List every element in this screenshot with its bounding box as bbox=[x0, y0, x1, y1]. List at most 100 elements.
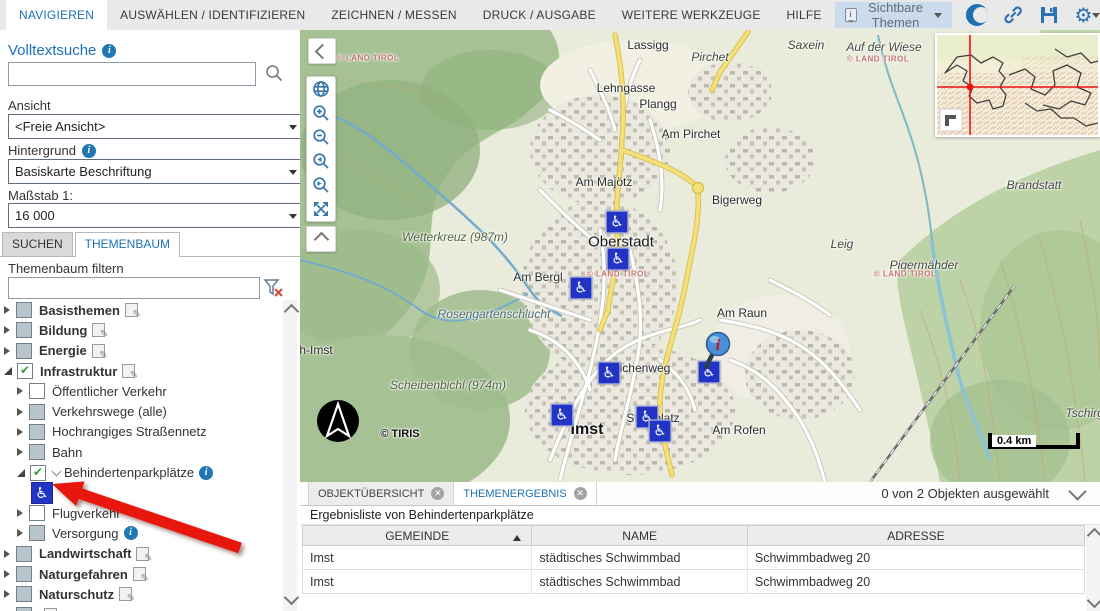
expand-arrow-icon[interactable] bbox=[17, 529, 23, 537]
tree-item-label[interactable]: Versorgung bbox=[52, 526, 119, 541]
tree-item-label[interactable]: Bahn bbox=[52, 445, 82, 460]
wheelchair-marker-icon[interactable]: ♿ bbox=[598, 362, 621, 385]
expand-arrow-icon[interactable] bbox=[4, 326, 10, 334]
tree-item-öffentlicher-verkehr[interactable]: Öffentlicher Verkehr bbox=[0, 381, 282, 401]
note-edit-icon[interactable] bbox=[122, 364, 135, 378]
zoom-in-icon[interactable] bbox=[307, 101, 335, 125]
link-icon[interactable] bbox=[1002, 4, 1024, 26]
gear-icon[interactable]: ⚙ bbox=[1074, 4, 1100, 26]
expand-arrow-icon[interactable] bbox=[4, 570, 10, 578]
menu-tab-navigieren[interactable]: NAVIGIEREN bbox=[6, 0, 107, 30]
info-icon[interactable]: i bbox=[102, 44, 116, 58]
info-icon[interactable]: i bbox=[199, 466, 213, 480]
note-edit-icon[interactable] bbox=[92, 323, 105, 337]
tree-item-bahn[interactable]: Bahn bbox=[0, 442, 282, 462]
note-edit-icon[interactable] bbox=[136, 547, 149, 561]
collapse-arrow-icon[interactable] bbox=[17, 469, 25, 477]
note-edit-icon[interactable] bbox=[92, 344, 105, 358]
checkbox-filled[interactable] bbox=[16, 302, 32, 318]
checkbox-filled[interactable] bbox=[16, 607, 32, 611]
search-icon[interactable] bbox=[264, 63, 284, 88]
map-viewport[interactable]: LassiggPirchetSaxeinAuf der Wiese© LAND … bbox=[300, 30, 1100, 482]
chevron-down-icon[interactable] bbox=[52, 466, 62, 476]
menu-tab-zeichnen-messen[interactable]: ZEICHNEN / MESSEN bbox=[318, 0, 469, 30]
column-header-gemeinde[interactable]: GEMEINDE bbox=[303, 526, 532, 545]
scroll-up-icon[interactable] bbox=[1087, 528, 1100, 544]
results-tab-themenergebnis[interactable]: THEMENERGEBNIS✕ bbox=[454, 482, 596, 505]
scroll-up-icon[interactable] bbox=[284, 304, 300, 320]
checkbox-filled[interactable] bbox=[29, 404, 45, 420]
checkbox-filled[interactable] bbox=[16, 586, 32, 602]
crescent-icon[interactable] bbox=[966, 4, 988, 26]
chevron-down-icon[interactable] bbox=[1068, 482, 1086, 500]
tree-item-label[interactable]: Infrastruktur bbox=[40, 364, 117, 379]
wheelchair-marker-icon[interactable]: ♿ bbox=[570, 277, 593, 300]
expand-arrow-icon[interactable] bbox=[17, 509, 23, 517]
collapse-arrow-icon[interactable] bbox=[4, 367, 12, 375]
tree-item-label[interactable]: Naturgefahren bbox=[39, 567, 128, 582]
visible-themes-button[interactable]: i Sichtbare Themen bbox=[835, 2, 953, 28]
note-edit-icon[interactable] bbox=[125, 303, 138, 317]
tree-item-basisthemen[interactable]: Basisthemen bbox=[0, 300, 282, 320]
zoom-out-icon[interactable] bbox=[307, 125, 335, 149]
table-row[interactable]: Imststädtisches SchwimmbadSchwimmbadweg … bbox=[302, 546, 1085, 570]
tree-item-energie[interactable]: Energie bbox=[0, 341, 282, 361]
tree-item-versorgung[interactable]: Versorgungi bbox=[0, 523, 282, 543]
scroll-down-icon[interactable] bbox=[284, 590, 300, 606]
info-icon[interactable]: i bbox=[82, 144, 96, 158]
tree-item-label[interactable]: Hochrangiges Straßennetz bbox=[52, 424, 207, 439]
expand-arrow-icon[interactable] bbox=[4, 347, 10, 355]
scroll-down-icon[interactable] bbox=[1087, 593, 1100, 609]
column-header-adresse[interactable]: ADRESSE bbox=[748, 526, 1084, 545]
checkbox-checked[interactable]: ✔ bbox=[30, 465, 46, 481]
expand-arrow-icon[interactable] bbox=[17, 408, 23, 416]
globe-icon[interactable] bbox=[307, 77, 335, 101]
checkbox-checked[interactable]: ✔ bbox=[17, 363, 33, 379]
note-edit-icon[interactable] bbox=[133, 567, 146, 581]
tree-item-label[interactable]: Behindertenparkplätze bbox=[64, 465, 194, 480]
tree-item-behindertenparkplätze[interactable]: ✔ Behindertenparkplätze i bbox=[0, 462, 282, 482]
close-icon[interactable]: ✕ bbox=[574, 487, 587, 500]
sidebar-tab-themenbaum[interactable]: THEMENBAUM bbox=[75, 232, 180, 257]
expand-arrow-icon[interactable] bbox=[17, 387, 23, 395]
toolbar-scroll-up-button[interactable] bbox=[306, 226, 336, 252]
tree-item-infrastruktur[interactable]: ✔ Infrastruktur bbox=[0, 361, 282, 381]
checkbox-filled[interactable] bbox=[16, 322, 32, 338]
themetree-filter-input[interactable] bbox=[8, 277, 260, 299]
tree-item[interactable]: ♿ bbox=[0, 483, 282, 503]
note-edit-icon[interactable] bbox=[44, 608, 57, 611]
tree-item-landwirtschaft[interactable]: Landwirtschaft bbox=[0, 544, 282, 564]
ansicht-select[interactable]: <Freie Ansicht> bbox=[8, 114, 304, 139]
menu-tab-weitere-werkzeuge[interactable]: WEITERE WERKZEUGE bbox=[609, 0, 774, 30]
tree-item-flugverkehr[interactable]: Flugverkehr bbox=[0, 503, 282, 523]
fulltext-search-input[interactable] bbox=[8, 62, 256, 86]
checkbox-filled[interactable] bbox=[16, 343, 32, 359]
wheelchair-marker-icon[interactable]: ♿ bbox=[649, 420, 672, 443]
tree-item-verkehrswege-alle-[interactable]: Verkehrswege (alle) bbox=[0, 401, 282, 421]
expand-arrow-icon[interactable] bbox=[4, 550, 10, 558]
checkbox-filled[interactable] bbox=[16, 566, 32, 582]
checkbox-empty[interactable] bbox=[29, 505, 45, 521]
overview-inset-map[interactable] bbox=[935, 33, 1100, 137]
expand-arrow-icon[interactable] bbox=[4, 590, 10, 598]
menu-tab-druck-ausgabe[interactable]: DRUCK / AUSGABE bbox=[470, 0, 609, 30]
checkbox-empty[interactable] bbox=[29, 383, 45, 399]
hintergrund-select[interactable]: Basiskarte Beschriftung bbox=[8, 159, 304, 184]
tree-item-label[interactable]: Landwirtschaft bbox=[39, 546, 131, 561]
tree-item-label[interactable]: Basisthemen bbox=[39, 303, 120, 318]
sidebar-tab-suchen[interactable]: SUCHEN bbox=[2, 232, 73, 256]
checkbox-filled[interactable] bbox=[29, 525, 45, 541]
wheelchair-marker-icon[interactable]: ♿ bbox=[607, 248, 630, 271]
expand-arrow-icon[interactable] bbox=[17, 428, 23, 436]
tree-item-bildung[interactable]: Bildung bbox=[0, 320, 282, 340]
save-icon[interactable] bbox=[1038, 4, 1060, 26]
full-extent-icon[interactable] bbox=[307, 197, 335, 221]
tree-item-naturgefahren[interactable]: Naturgefahren bbox=[0, 564, 282, 584]
expand-arrow-icon[interactable] bbox=[17, 448, 23, 456]
zoom-next-icon[interactable] bbox=[307, 173, 335, 197]
tree-item-hochrangiges-straßennetz[interactable]: Hochrangiges Straßennetz bbox=[0, 422, 282, 442]
column-header-name[interactable]: NAME bbox=[532, 526, 747, 545]
tree-scrollbar[interactable] bbox=[283, 300, 297, 611]
tree-item-label[interactable]: Öffentlicher Verkehr bbox=[52, 384, 167, 399]
results-tab-objektübersicht[interactable]: OBJEKTÜBERSICHT✕ bbox=[308, 482, 454, 505]
